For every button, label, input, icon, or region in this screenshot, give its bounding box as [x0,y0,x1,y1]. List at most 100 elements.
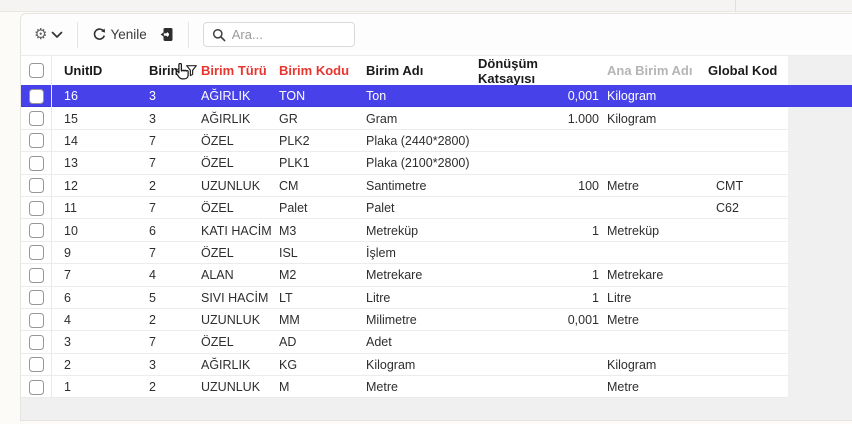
table-row[interactable]: 153AĞIRLIKGRGram1.000Kilogram [21,107,852,129]
cell-birim: 2 [149,309,201,331]
row-checkbox[interactable] [29,245,44,260]
row-checkbox[interactable] [29,313,44,328]
cell-birim_turu: AĞIRLIK [201,85,279,107]
row-select-cell [21,152,51,174]
cell-birim_kodu: Palet [279,197,366,219]
row-checkbox[interactable] [29,357,44,372]
cell-birim_kodu: PLK1 [279,152,366,174]
table-row[interactable]: 23AĞIRLIKKGKilogramKilogram [21,354,852,376]
row-checkbox[interactable] [29,89,44,104]
cell-global_kod [706,85,788,107]
table-row-selected[interactable]: 163AĞIRLIKTONTon0,001Kilogram [21,85,852,107]
select-all-checkbox-header[interactable] [21,56,51,85]
cell-ana_birim [601,152,706,174]
row-checkbox[interactable] [29,201,44,216]
table-row[interactable]: 12UZUNLUKMMetreMetre [21,376,852,398]
cell-birim_kodu: TON [279,85,366,107]
cell-global_kod [706,242,788,264]
column-separator [51,219,52,241]
column-separator [51,264,52,286]
column-header-label: Birim Kodu [279,63,349,78]
cell-unitid: 15 [51,107,149,129]
row-checkbox[interactable] [29,380,44,395]
row-checkbox[interactable] [29,133,44,148]
row-select-cell [21,130,51,152]
table-row[interactable]: 106KATI HACİMM3Metreküp1Metreküp [21,219,852,241]
cell-unitid: 7 [51,264,149,286]
table-row[interactable]: 97ÖZELISLİşlem [21,242,852,264]
column-header-birim_kodu[interactable]: Birim Kodu [279,56,366,85]
cell-katsayi: 100 [478,175,601,197]
column-header-global_kod[interactable]: Global Kod [706,56,788,85]
column-separator [51,85,52,107]
cell-global_kod [706,309,788,331]
column-header-katsayi[interactable]: Dönüşüm Katsayısı [478,56,601,85]
cell-unitid: 16 [51,85,149,107]
refresh-icon [92,28,106,42]
cell-birim_adi: Plaka (2100*2800) [366,152,478,174]
column-separator [51,107,52,129]
table-row[interactable]: 74ALANM2Metrekare1Metrekare [21,264,852,286]
column-header-birim_adi[interactable]: Birim Adı [366,56,478,85]
cell-ana_birim: Kilogram [601,107,706,129]
cell-unitid: 14 [51,130,149,152]
cell-birim: 7 [149,130,201,152]
column-header-label: Birim Türü [201,63,267,78]
cell-katsayi: 1.000 [478,107,601,129]
cell-birim_turu: ÖZEL [201,331,279,353]
cell-unitid: 1 [51,376,149,398]
row-select-cell [21,197,51,219]
row-checkbox[interactable] [29,178,44,193]
cell-birim_kodu: M [279,376,366,398]
row-checkbox[interactable] [29,111,44,126]
cell-birim: 3 [149,107,201,129]
cell-katsayi [478,130,601,152]
table-row[interactable]: 147ÖZELPLK2Plaka (2440*2800) [21,130,852,152]
row-select-cell [21,219,51,241]
row-checkbox[interactable] [29,335,44,350]
refresh-button[interactable]: Yenile [92,27,146,42]
table-row[interactable]: 65SIVI HACİMLTLitre1Litre [21,287,852,309]
table-row[interactable]: 122UZUNLUKCMSantimetre100MetreCMT [21,175,852,197]
cell-birim_turu: ÖZEL [201,130,279,152]
table-row[interactable]: 37ÖZELADAdet [21,331,852,353]
table-row[interactable]: 137ÖZELPLK1Plaka (2100*2800) [21,152,852,174]
top-strip [0,0,852,12]
cell-unitid: 9 [51,242,149,264]
header-row: UnitID BirimBirim Türü Birim Kodu Birim Adı… [21,56,852,85]
column-separator [51,152,52,174]
cell-ana_birim: Litre [601,287,706,309]
table-row[interactable]: 42UZUNLUKMMMilimetre0,001Metre [21,309,852,331]
cell-birim_adi: İşlem [366,242,478,264]
cell-ana_birim: Metre [601,175,706,197]
column-header-birim[interactable]: Birim [149,56,201,85]
search-icon [212,28,226,42]
cell-birim_adi: Metre [366,376,478,398]
cell-birim_kodu: M2 [279,264,366,286]
cell-ana_birim: Kilogram [601,354,706,376]
cell-ana_birim: Metrekare [601,264,706,286]
row-select-cell [21,309,51,331]
cell-birim: 7 [149,152,201,174]
row-select-cell [21,85,51,107]
cell-katsayi [478,354,601,376]
column-header-birim_turu[interactable]: Birim Türü [201,56,279,85]
cell-birim_kodu: ISL [279,242,366,264]
cell-global_kod [706,331,788,353]
row-checkbox[interactable] [29,268,44,283]
column-header-label: UnitID [64,63,102,78]
search-input[interactable] [232,27,346,42]
row-checkbox[interactable] [29,290,44,305]
row-checkbox[interactable] [29,223,44,238]
column-header-ana_birim[interactable]: Ana Birim Adı [601,56,706,85]
column-header-unitid[interactable]: UnitID [51,56,149,85]
row-checkbox[interactable] [29,156,44,171]
cell-birim_turu: AĞIRLIK [201,354,279,376]
select-all-checkbox[interactable] [29,63,44,78]
table-row[interactable]: 117ÖZELPaletPaletC62 [21,197,852,219]
filter-icon[interactable] [185,64,198,77]
import-button[interactable] [159,27,174,42]
cell-katsayi: 1 [478,264,601,286]
cell-birim_turu: ÖZEL [201,152,279,174]
grid-options-button[interactable]: ⚙ [34,27,63,42]
